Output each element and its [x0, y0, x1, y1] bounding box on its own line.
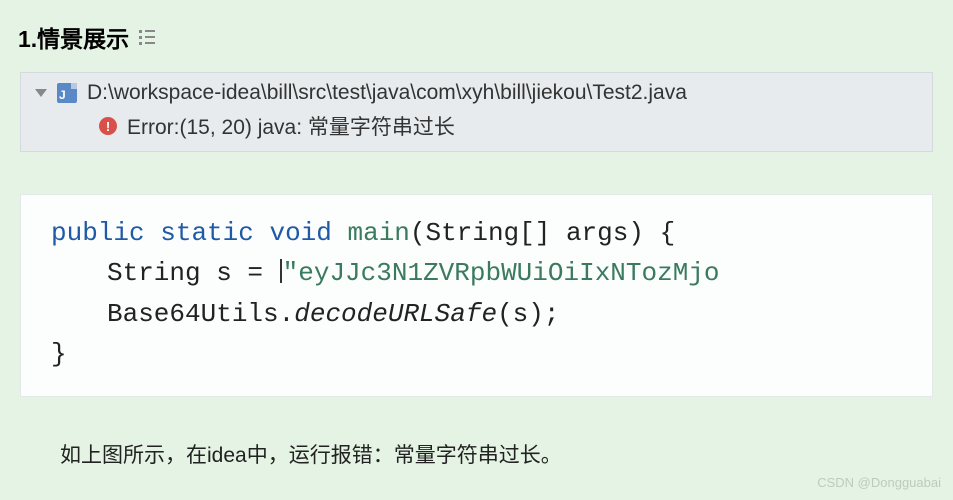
keyword-public: public	[51, 218, 145, 248]
error-row[interactable]: ! Error:(15, 20) java: 常量字符串过长	[31, 111, 922, 141]
code-block: public static void main(String[] args) {…	[20, 194, 933, 397]
string-literal: "eyJJc3N1ZVRpbWUiOiIxNTozMjo	[283, 258, 720, 288]
paren-open: (	[410, 218, 426, 248]
file-row[interactable]: D:\workspace-idea\bill\src\test\java\com…	[31, 81, 922, 105]
code-line-4: }	[51, 334, 906, 374]
java-file-icon	[57, 83, 77, 103]
keyword-static: static	[160, 218, 254, 248]
code-line-3: Base64Utils.decodeURLSafe(s);	[51, 294, 906, 334]
expand-icon[interactable]	[35, 89, 47, 97]
param: String[] args	[426, 218, 629, 248]
file-path: D:\workspace-idea\bill\src\test\java\com…	[87, 81, 687, 105]
error-panel: D:\workspace-idea\bill\src\test\java\com…	[20, 72, 933, 152]
outline-icon	[139, 30, 155, 45]
call-args: (s);	[497, 299, 559, 329]
section-heading: 1.情景展示	[0, 0, 953, 72]
class-ref: Base64Utils.	[107, 299, 294, 329]
keyword-void: void	[269, 218, 331, 248]
var-decl: String s =	[107, 258, 279, 288]
error-text: Error:(15, 20) java: 常量字符串过长	[127, 111, 455, 141]
paren-close-brace: ) {	[628, 218, 675, 248]
error-icon: !	[99, 117, 117, 135]
text-cursor-icon	[280, 259, 282, 283]
code-line-1: public static void main(String[] args) {	[51, 213, 906, 253]
caption-text: 如上图所示，在idea中，运行报错：常量字符串过长。	[60, 439, 953, 469]
method-call: decodeURLSafe	[294, 299, 497, 329]
code-line-2: String s = "eyJJc3N1ZVRpbWUiOiIxNTozMjo	[51, 253, 906, 293]
heading-text: 1.情景展示	[18, 20, 129, 54]
method-name: main	[348, 218, 410, 248]
watermark: CSDN @Dongguabai	[817, 475, 941, 490]
